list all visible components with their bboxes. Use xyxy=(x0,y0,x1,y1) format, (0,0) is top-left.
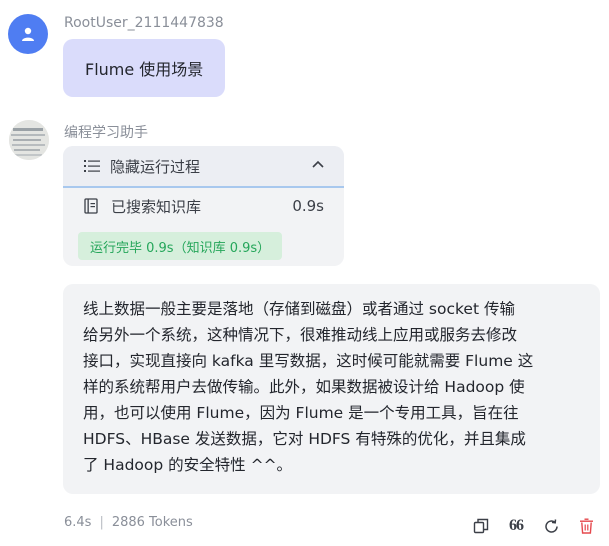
regenerate-button[interactable] xyxy=(540,515,562,537)
user-avatar xyxy=(8,14,48,54)
delete-button[interactable] xyxy=(575,515,597,537)
answer-line: 线上数据一般主要是落地（存储到磁盘）或者通过 socket 传输 xyxy=(83,300,515,318)
list-icon xyxy=(84,160,100,172)
copy-button[interactable] xyxy=(470,515,492,537)
assistant-name: 编程学习助手 xyxy=(64,125,148,141)
answer-line: 接口，实现直接向 kafka 里写数据，这时候可能就需要 Flume 这 xyxy=(83,352,534,370)
response-duration: 6.4s xyxy=(64,515,92,530)
token-count: 2886 Tokens xyxy=(111,515,193,530)
user-icon xyxy=(22,27,34,41)
assistant-answer-bubble: 线上数据一般主要是落地（存储到磁盘）或者通过 socket 传输 给另外一个系统… xyxy=(63,284,600,494)
copy-icon xyxy=(473,518,489,534)
refresh-icon xyxy=(544,518,558,533)
run-process-panel: 隐藏运行过程 已搜索知识库 0.9s 运行完毕 0.9s（知识库 0.9s） xyxy=(63,146,344,266)
answer-line: 用，也可以使用 Flume，因为 Flume 是一个专用工具，旨在往 xyxy=(83,404,519,422)
answer-line: 给另外一个系统，这种情况下，很难推动线上应用或服务去修改 xyxy=(83,326,518,344)
chevron-up-icon xyxy=(312,160,324,168)
quote-icon: 66 xyxy=(509,517,524,534)
step-time: 0.9s xyxy=(292,197,324,215)
toggle-process-label: 隐藏运行过程 xyxy=(110,157,201,176)
response-stats: 6.4s | 2886 Tokens xyxy=(64,515,193,530)
knowledge-search-step: 已搜索知识库 0.9s xyxy=(63,194,344,218)
quote-button[interactable]: 66 xyxy=(505,515,527,537)
user-name: RootUser_2111447838 xyxy=(64,15,224,31)
assistant-avatar xyxy=(9,120,49,160)
toggle-process-button[interactable]: 隐藏运行过程 xyxy=(63,146,344,188)
user-message-bubble: Flume 使用场景 xyxy=(63,39,226,97)
trash-icon xyxy=(579,518,593,534)
answer-line: 样的系统帮用户去做传输。此外，如果数据被设计给 Hadoop 使 xyxy=(83,378,525,396)
answer-line: HDFS、HBase 发送数据，它对 HDFS 有特殊的优化，并且集成 xyxy=(83,430,526,448)
message-actions: 66 xyxy=(457,515,597,537)
answer-line: 了 Hadoop 的安全特性 ^^。 xyxy=(83,456,293,474)
stats-divider: | xyxy=(99,515,104,530)
user-message-text: Flume 使用场景 xyxy=(85,60,204,79)
status-badge: 运行完毕 0.9s（知识库 0.9s） xyxy=(78,232,283,260)
database-icon xyxy=(84,198,98,214)
step-label: 已搜索知识库 xyxy=(111,197,202,216)
